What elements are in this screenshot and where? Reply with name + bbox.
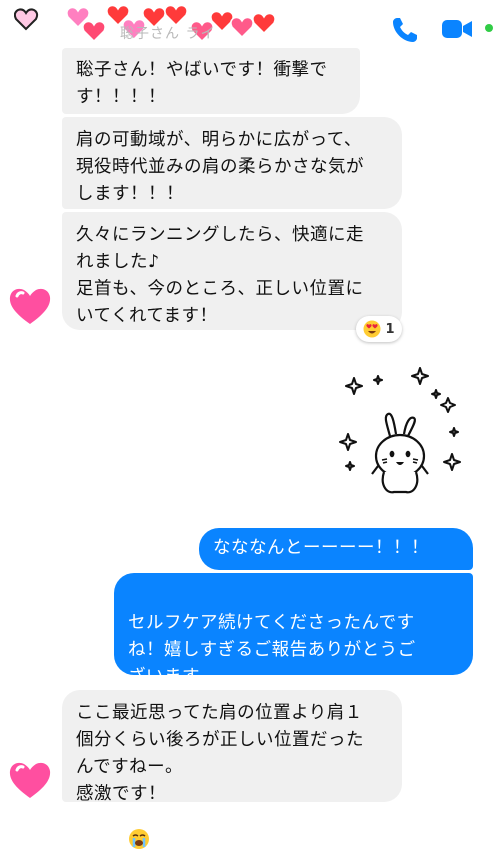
heart-avatar-icon	[9, 288, 51, 324]
message-sent[interactable]: なななんとーーーー！！！	[199, 528, 473, 570]
message-received[interactable]: 久々にランニングしたら、快適に走 れました♪ 足首も、今のところ、正しい位置に …	[62, 212, 402, 330]
reaction-badge[interactable]: 1	[356, 316, 402, 342]
message-received[interactable]: 肩の可動域が、明らかに広がって、 現役時代並みの肩の柔らかさな気が します！！！	[62, 117, 402, 209]
online-status-dot	[485, 24, 493, 32]
heart-eyes-emoji-icon	[363, 320, 381, 338]
heart-avatar-icon	[9, 762, 51, 798]
phone-icon[interactable]	[390, 15, 420, 45]
crying-emoji-icon	[128, 829, 150, 849]
contact-name: 聡子さん ライ	[120, 26, 216, 42]
message-sent[interactable]: セルフケア続けてくださったんです ね！嬉しすぎるご報告ありがとうご ざいます	[114, 573, 473, 849]
message-received[interactable]: ここ最近思ってた肩の位置より肩１ 個分くらい後ろが正しい位置だった んですねー。…	[62, 690, 402, 804]
reaction-count: 1	[385, 321, 395, 337]
message-received[interactable]: 聡子さん！やばいです！衝撃で す！！！！	[62, 48, 360, 114]
video-camera-icon[interactable]	[441, 17, 473, 41]
sparkle-rabbit-sticker[interactable]	[336, 362, 466, 502]
message-text: セルフケア続けてくださったんです ね！嬉しすぎるご報告ありがとうご ざいます	[128, 613, 416, 687]
